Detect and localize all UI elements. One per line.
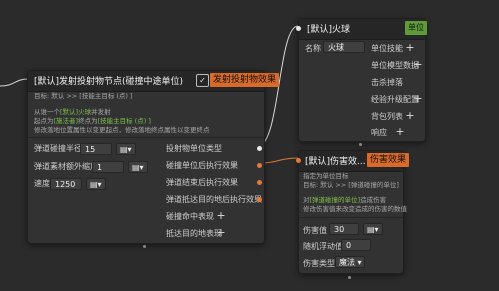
name-label: 名称 xyxy=(305,44,321,53)
damage-input[interactable]: 30 xyxy=(329,223,359,235)
resize-handle-icon[interactable] xyxy=(348,276,351,279)
add-unit-skill-icon[interactable]: + xyxy=(405,42,415,53)
port-input[interactable] xyxy=(296,26,301,31)
field-label-float: 随机浮动值 xyxy=(303,242,343,251)
float-input[interactable]: 0 xyxy=(341,239,371,251)
node-type-tag: 伤害效果 xyxy=(367,153,410,167)
field-label-radius: 弹道碰撞半径 xyxy=(34,144,82,153)
port-on-hit[interactable] xyxy=(257,163,262,168)
add-response-icon[interactable]: + xyxy=(395,126,405,137)
add-arrive-visual-icon[interactable]: + xyxy=(216,227,226,238)
node-spawn-projectile[interactable]: [默认]发射投射物节点(碰撞中途单位) ✓ 发射投射物效果 目标: 默认 >> … xyxy=(27,70,280,244)
node-desc-line4: 修改落地位置属性以变更起点，修改落地终点属性以变更终点 xyxy=(34,126,210,134)
add-hit-visual-icon[interactable]: + xyxy=(216,210,226,221)
node-damage-effect[interactable]: [默认]伤害效... 伤害效果 指定为单位目标 目标: 默认 >> [弹道碰撞的… xyxy=(296,150,410,274)
node-fireball-unit[interactable]: [默认]火球 单位 名称 火球 单位技能 + 单位模型数据 + 击杀掉落 经验升… xyxy=(296,18,427,142)
node-header[interactable]: [默认]发射投射物节点(碰撞中途单位) ✓ 发射投射物效果 xyxy=(28,71,280,92)
node-header[interactable]: [默认]伤害效... 伤害效果 xyxy=(296,151,410,172)
add-exp-config-icon[interactable]: + xyxy=(413,93,423,104)
node-type-tag: 单位 xyxy=(405,21,427,35)
output-arrive-visual: 抵达目的地表现 xyxy=(166,229,222,238)
row-exp-config: 经验升级配置 xyxy=(371,95,419,104)
output-on-end: 弹道结束后执行效果 xyxy=(166,178,238,187)
radius-mode-select[interactable]: ▤▾ xyxy=(116,143,136,155)
port-unit-type[interactable] xyxy=(257,146,262,151)
link-fireball[interactable]: [默认]火球 xyxy=(60,108,91,116)
node-type-tag: 发射投射物效果 xyxy=(210,73,280,87)
field-label-damage-type: 伤害类型 xyxy=(303,259,335,268)
damage-mode-select[interactable]: ▤▾ xyxy=(363,223,383,235)
scale-mode-select[interactable]: ▤▾ xyxy=(128,161,148,173)
damage-type-select[interactable]: 魔法 ▾ xyxy=(335,256,365,268)
speed-mode-select[interactable]: ▤▾ xyxy=(86,178,106,190)
field-label-damage: 伤害值 xyxy=(303,226,327,235)
row-unit-skill: 单位技能 xyxy=(371,44,403,53)
divider xyxy=(28,137,264,138)
node-title: [默认]发射投射物节点(碰撞中途单位) xyxy=(34,77,184,87)
scale-input[interactable]: 1 xyxy=(92,161,124,173)
node-desc-line4: 修改伤害值来改变造成的伤害的数值 xyxy=(303,205,407,213)
node-title: [默认]伤害效... xyxy=(305,157,366,167)
speed-input[interactable]: 1250 xyxy=(50,178,82,190)
field-label-speed: 速度 xyxy=(34,179,50,188)
output-on-hit: 碰撞单位后执行效果 xyxy=(166,161,238,170)
divider xyxy=(299,217,403,218)
node-target-desc: 目标: 默认 >> [技能主目标 (点) ] xyxy=(34,92,133,100)
port-on-end[interactable] xyxy=(257,180,262,185)
port-on-arrive[interactable] xyxy=(257,197,262,202)
enable-checkbox[interactable]: ✓ xyxy=(196,74,209,87)
field-label-scale: 弹道素材额外缩放 xyxy=(34,162,98,171)
node-title: [默认]火球 xyxy=(307,25,351,35)
radius-input[interactable]: 15 xyxy=(80,143,112,155)
resize-handle-icon[interactable] xyxy=(143,245,146,248)
resize-handle-icon[interactable] xyxy=(359,143,362,146)
row-kill-drop: 击杀掉落 xyxy=(371,78,403,87)
output-hit-visual: 碰撞命中表现 xyxy=(166,212,214,221)
row-backpack: 背包列表 xyxy=(371,112,403,121)
add-model-data-icon[interactable]: + xyxy=(413,59,423,70)
output-unit-type: 投射物单位类型 xyxy=(166,144,222,153)
row-model-data: 单位模型数据 xyxy=(371,61,419,70)
node-header[interactable]: [默认]火球 单位 xyxy=(296,19,427,40)
name-input[interactable]: 火球 xyxy=(323,41,365,53)
port-input[interactable] xyxy=(296,158,301,163)
row-response: 响应 xyxy=(371,128,387,137)
add-backpack-icon[interactable]: + xyxy=(405,110,415,121)
node-desc-line2: 目标: 默认 >> [弹道碰撞的单位] xyxy=(303,181,399,189)
output-on-arrive: 弹道抵达目的地后执行效果 xyxy=(166,195,262,204)
